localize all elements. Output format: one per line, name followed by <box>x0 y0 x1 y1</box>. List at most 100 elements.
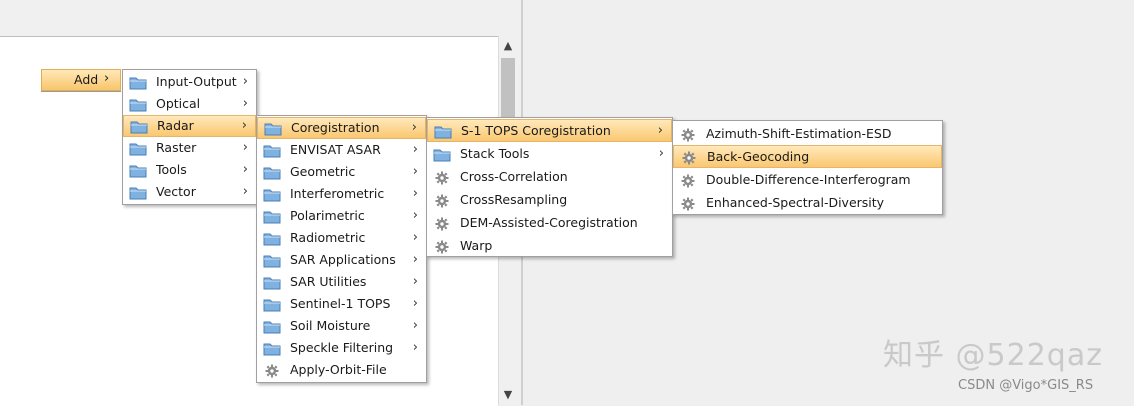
menu-item-tools[interactable]: Tools › <box>123 159 256 181</box>
menu-item-s-1-tops-coregistration[interactable]: S-1 TOPS Coregistration › <box>427 119 672 142</box>
folder-icon <box>129 75 147 90</box>
chevron-right-icon: › <box>242 162 248 177</box>
menu-item-optical[interactable]: Optical › <box>123 93 256 115</box>
menu-item-sentinel-1-tops[interactable]: Sentinel-1 TOPS › <box>257 293 426 315</box>
menu-item-apply-orbit-file[interactable]: Apply-Orbit-File <box>257 359 426 381</box>
chevron-right-icon: › <box>412 252 418 267</box>
menu-item-label: CrossResampling <box>460 192 568 207</box>
folder-icon <box>263 231 281 246</box>
menu-item-label: SAR Utilities <box>290 274 367 289</box>
menu-item-label: Raster <box>156 140 197 155</box>
gear-icon <box>435 238 453 254</box>
menu-coregistration: S-1 TOPS Coregistration › Stack Tools › Cros… <box>426 117 673 257</box>
menu-item-speckle-filtering[interactable]: Speckle Filtering › <box>257 337 426 359</box>
menu-item-label: Polarimetric <box>290 208 365 223</box>
folder-icon <box>434 123 452 139</box>
menu-item-coregistration[interactable]: Coregistration › <box>257 117 426 139</box>
add-menu-button[interactable]: Add › <box>41 69 121 91</box>
chevron-right-icon: › <box>104 71 110 86</box>
chevron-right-icon: › <box>242 74 248 89</box>
menu-item-stack-tools[interactable]: Stack Tools › <box>427 142 672 165</box>
chevron-right-icon: › <box>412 186 418 201</box>
menu-item-label: Speckle Filtering <box>290 340 394 355</box>
chevron-right-icon: › <box>412 208 418 223</box>
menu-item-back-geocoding[interactable]: Back-Geocoding <box>673 145 942 168</box>
folder-icon <box>129 97 147 112</box>
menu-item-label: Azimuth-Shift-Estimation-ESD <box>706 126 892 141</box>
menu-item-polarimetric[interactable]: Polarimetric › <box>257 205 426 227</box>
add-label: Add <box>74 72 99 87</box>
folder-icon <box>129 185 147 200</box>
gear-icon <box>682 149 700 165</box>
chevron-right-icon: › <box>242 140 248 155</box>
folder-icon <box>263 143 281 158</box>
menu-item-label: Geometric <box>290 164 356 179</box>
gear-icon <box>681 172 699 188</box>
scroll-up-arrow-icon[interactable]: ▲ <box>502 39 514 53</box>
menu-s1-tops-coregistration: Azimuth-Shift-Estimation-ESD Back-Geocodi… <box>672 120 943 215</box>
menu-item-label: Cross-Correlation <box>460 169 568 184</box>
menu-item-raster[interactable]: Raster › <box>123 137 256 159</box>
chevron-right-icon: › <box>411 120 417 135</box>
menu-item-dem-assisted-coregistration[interactable]: DEM-Assisted-Coregistration <box>427 211 672 234</box>
gear-icon <box>435 215 453 231</box>
menu-item-label: Interferometric <box>290 186 385 201</box>
gear-icon <box>265 363 283 378</box>
menu-item-soil-moisture[interactable]: Soil Moisture › <box>257 315 426 337</box>
folder-icon <box>263 209 281 224</box>
menu-item-label: Enhanced-Spectral-Diversity <box>706 195 885 210</box>
gear-icon <box>681 195 699 211</box>
menu-item-radiometric[interactable]: Radiometric › <box>257 227 426 249</box>
menu-radar: Coregistration › ENVISAT ASAR › Geometric › In… <box>256 115 427 383</box>
chevron-right-icon: › <box>412 142 418 157</box>
watermark-csdn: CSDN @Vigo*GIS_RS <box>958 378 1094 393</box>
menu-item-warp[interactable]: Warp <box>427 234 672 257</box>
menu-item-label: Radiometric <box>290 230 366 245</box>
chevron-right-icon: › <box>412 274 418 289</box>
menu-item-sar-applications[interactable]: SAR Applications › <box>257 249 426 271</box>
menu-item-label: DEM-Assisted-Coregistration <box>460 215 638 230</box>
menu-add: Input-Output › Optical › Radar › Raster › Tools ›… <box>122 69 257 205</box>
folder-icon <box>263 165 281 180</box>
chevron-right-icon: › <box>241 118 247 133</box>
menu-item-double-difference-interferogram[interactable]: Double-Difference-Interferogram <box>673 168 942 191</box>
menu-item-label: Sentinel-1 TOPS <box>290 296 391 311</box>
menu-item-vector[interactable]: Vector › <box>123 181 256 203</box>
folder-icon <box>130 119 148 134</box>
menu-item-enhanced-spectral-diversity[interactable]: Enhanced-Spectral-Diversity <box>673 191 942 214</box>
chevron-right-icon: › <box>657 123 663 138</box>
gear-icon <box>435 192 453 208</box>
folder-icon <box>263 275 281 290</box>
folder-icon <box>433 146 451 162</box>
menu-item-geometric[interactable]: Geometric › <box>257 161 426 183</box>
chevron-right-icon: › <box>242 96 248 111</box>
chevron-right-icon: › <box>412 230 418 245</box>
menu-item-label: SAR Applications <box>290 252 396 267</box>
folder-icon <box>263 187 281 202</box>
menu-item-label: ENVISAT ASAR <box>290 142 381 157</box>
folder-icon <box>263 253 281 268</box>
menu-item-cross-correlation[interactable]: Cross-Correlation <box>427 165 672 188</box>
menu-item-label: Stack Tools <box>460 146 530 161</box>
menu-item-label: Optical <box>156 96 201 111</box>
scroll-down-arrow-icon[interactable]: ▼ <box>502 388 514 402</box>
chevron-right-icon: › <box>412 164 418 179</box>
menu-item-label: Soil Moisture <box>290 318 371 333</box>
menu-item-envisat-asar[interactable]: ENVISAT ASAR › <box>257 139 426 161</box>
menu-item-label: Tools <box>156 162 187 177</box>
chevron-right-icon: › <box>412 318 418 333</box>
menu-item-label: Vector <box>156 184 196 199</box>
menu-item-input-output[interactable]: Input-Output › <box>123 71 256 93</box>
menu-item-label: Warp <box>460 238 493 253</box>
menu-item-label: Apply-Orbit-File <box>290 362 387 377</box>
menu-item-label: Radar <box>157 118 194 133</box>
menu-item-label: Double-Difference-Interferogram <box>706 172 911 187</box>
menu-item-radar[interactable]: Radar › <box>123 115 256 137</box>
menu-item-crossresampling[interactable]: CrossResampling <box>427 188 672 211</box>
menu-item-interferometric[interactable]: Interferometric › <box>257 183 426 205</box>
chevron-right-icon: › <box>412 340 418 355</box>
menu-item-azimuth-shift-estimation-esd[interactable]: Azimuth-Shift-Estimation-ESD <box>673 122 942 145</box>
chevron-right-icon: › <box>658 146 664 161</box>
folder-icon <box>129 163 147 178</box>
menu-item-sar-utilities[interactable]: SAR Utilities › <box>257 271 426 293</box>
